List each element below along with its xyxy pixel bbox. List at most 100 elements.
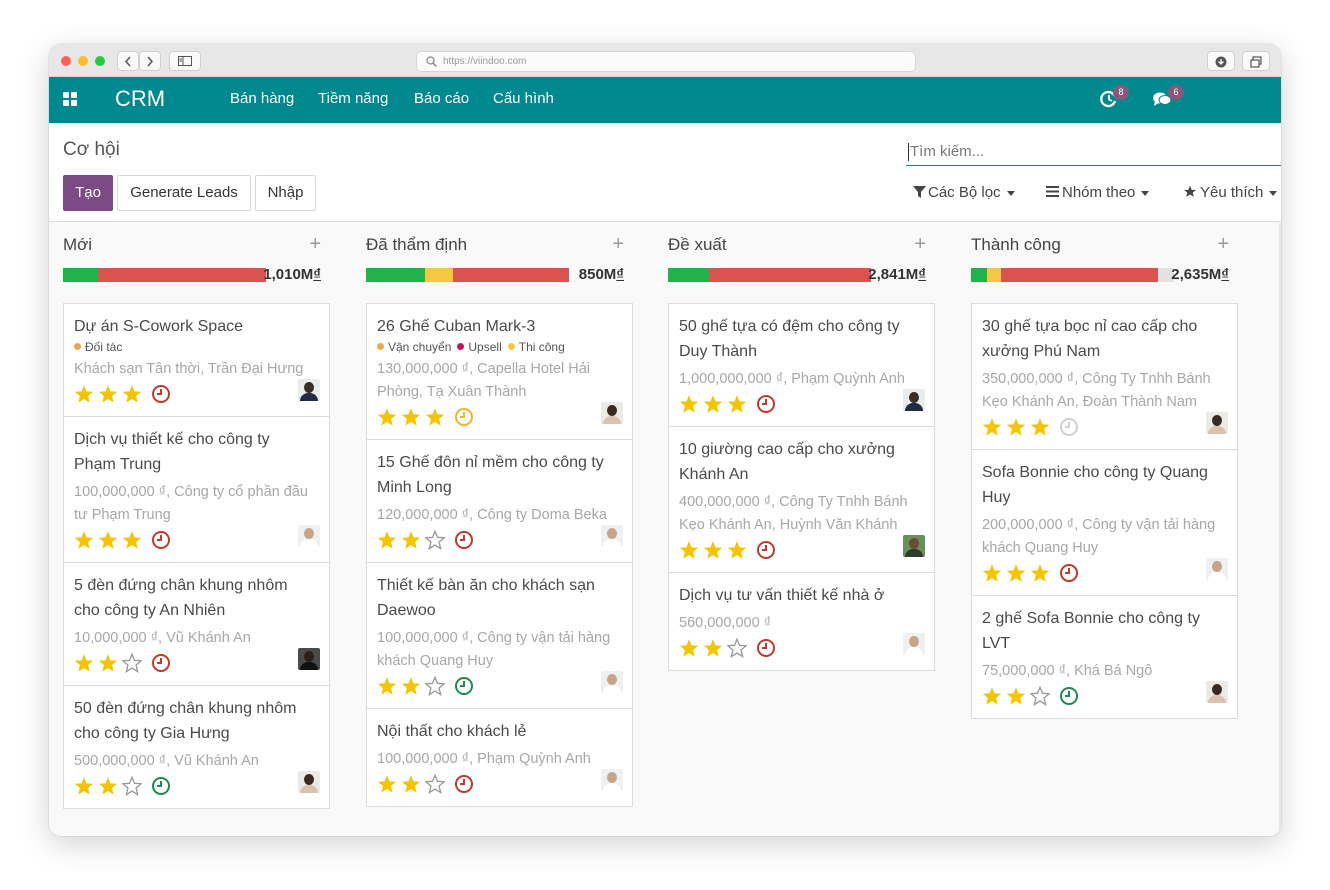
back-button[interactable] bbox=[117, 51, 139, 71]
opportunity-card[interactable]: Thiết kế bàn ăn cho khách sạn Daewoo 100,… bbox=[366, 562, 633, 709]
star-filled-icon[interactable] bbox=[982, 417, 1002, 437]
activity-clock-icon[interactable] bbox=[152, 385, 170, 403]
opportunity-card[interactable]: Dịch vụ thiết kế cho công ty Phạm Trung 1… bbox=[63, 416, 330, 563]
star-filled-icon[interactable] bbox=[703, 394, 723, 414]
progress-segment[interactable] bbox=[987, 268, 1002, 282]
progress-segment[interactable] bbox=[1001, 268, 1158, 282]
star-filled-icon[interactable] bbox=[122, 384, 142, 404]
star-filled-icon[interactable] bbox=[377, 530, 397, 550]
star-filled-icon[interactable] bbox=[98, 653, 118, 673]
opportunity-card[interactable]: 50 đèn đứng chân khung nhôm cho công ty … bbox=[63, 685, 330, 809]
star-filled-icon[interactable] bbox=[727, 540, 747, 560]
salesperson-avatar[interactable] bbox=[298, 771, 320, 793]
star-filled-icon[interactable] bbox=[74, 776, 94, 796]
star-empty-icon[interactable] bbox=[122, 776, 142, 796]
apps-menu-icon[interactable] bbox=[63, 92, 79, 108]
star-filled-icon[interactable] bbox=[74, 384, 94, 404]
salesperson-avatar[interactable] bbox=[298, 525, 320, 547]
opportunity-card[interactable]: 5 đèn đứng chân khung nhôm cho công ty A… bbox=[63, 562, 330, 686]
generate-leads-button[interactable]: Generate Leads bbox=[117, 175, 251, 211]
activity-clock-icon[interactable] bbox=[757, 541, 775, 559]
star-filled-icon[interactable] bbox=[401, 774, 421, 794]
star-filled-icon[interactable] bbox=[1006, 563, 1026, 583]
star-filled-icon[interactable] bbox=[122, 530, 142, 550]
star-filled-icon[interactable] bbox=[982, 686, 1002, 706]
activity-clock-icon[interactable] bbox=[1060, 564, 1078, 582]
quick-create-plus-icon[interactable]: + bbox=[309, 233, 321, 256]
progress-segment[interactable] bbox=[668, 268, 709, 282]
salesperson-avatar[interactable] bbox=[601, 402, 623, 424]
activity-clock-icon[interactable] bbox=[757, 639, 775, 657]
salesperson-avatar[interactable] bbox=[903, 633, 925, 655]
star-filled-icon[interactable] bbox=[679, 638, 699, 658]
groupby-dropdown[interactable]: Nhóm theo bbox=[1046, 184, 1150, 201]
activity-clock-icon[interactable] bbox=[455, 531, 473, 549]
star-filled-icon[interactable] bbox=[1030, 563, 1050, 583]
opportunity-card[interactable]: 50 ghế tựa có đệm cho công ty Duy Thành 1… bbox=[668, 303, 935, 427]
opportunity-card[interactable]: Dịch vụ tư vấn thiết kế nhà ở 560,000,000… bbox=[668, 572, 935, 671]
activity-clock-icon[interactable] bbox=[455, 408, 473, 426]
salesperson-avatar[interactable] bbox=[601, 671, 623, 693]
quick-create-plus-icon[interactable]: + bbox=[612, 233, 624, 256]
star-filled-icon[interactable] bbox=[377, 407, 397, 427]
salesperson-avatar[interactable] bbox=[1206, 558, 1228, 580]
star-empty-icon[interactable] bbox=[1030, 686, 1050, 706]
opportunity-card[interactable]: 26 Ghế Cuban Mark-3 Vận chuyển Upsell Thi c… bbox=[366, 303, 633, 440]
star-filled-icon[interactable] bbox=[1006, 417, 1026, 437]
star-filled-icon[interactable] bbox=[98, 530, 118, 550]
activity-clock-icon[interactable] bbox=[1060, 418, 1078, 436]
star-filled-icon[interactable] bbox=[982, 563, 1002, 583]
salesperson-avatar[interactable] bbox=[903, 389, 925, 411]
column-progress-bar[interactable] bbox=[971, 268, 1174, 282]
activity-clock-icon[interactable] bbox=[455, 775, 473, 793]
star-filled-icon[interactable] bbox=[703, 540, 723, 560]
search-input[interactable]: Tìm kiếm... bbox=[906, 140, 1281, 166]
column-progress-bar[interactable] bbox=[63, 268, 266, 282]
salesperson-avatar[interactable] bbox=[903, 535, 925, 557]
activity-clock-icon[interactable] bbox=[1060, 687, 1078, 705]
progress-segment[interactable] bbox=[971, 268, 988, 282]
star-filled-icon[interactable] bbox=[727, 394, 747, 414]
star-filled-icon[interactable] bbox=[703, 638, 723, 658]
star-filled-icon[interactable] bbox=[1006, 686, 1026, 706]
star-filled-icon[interactable] bbox=[98, 384, 118, 404]
close-window-button[interactable] bbox=[61, 56, 71, 66]
star-empty-icon[interactable] bbox=[727, 638, 747, 658]
star-filled-icon[interactable] bbox=[401, 676, 421, 696]
star-filled-icon[interactable] bbox=[98, 776, 118, 796]
menu-sales[interactable]: Bán hàng bbox=[230, 90, 294, 107]
progress-segment[interactable] bbox=[366, 268, 425, 282]
forward-button[interactable] bbox=[139, 51, 161, 71]
menu-leads[interactable]: Tiềm năng bbox=[318, 90, 388, 107]
star-filled-icon[interactable] bbox=[679, 394, 699, 414]
star-filled-icon[interactable] bbox=[377, 676, 397, 696]
tabs-overview-button[interactable] bbox=[1242, 51, 1270, 71]
star-filled-icon[interactable] bbox=[1030, 417, 1050, 437]
minimize-window-button[interactable] bbox=[78, 56, 88, 66]
filters-dropdown[interactable]: Các Bộ lọc bbox=[913, 184, 1015, 201]
activity-clock-icon[interactable] bbox=[152, 654, 170, 672]
star-empty-icon[interactable] bbox=[122, 653, 142, 673]
salesperson-avatar[interactable] bbox=[601, 769, 623, 791]
opportunity-card[interactable]: 30 ghế tựa bọc nỉ cao cấp cho xưởng Phú … bbox=[971, 303, 1238, 450]
progress-segment[interactable] bbox=[708, 268, 871, 282]
opportunity-card[interactable]: Sofa Bonnie cho công ty Quang Huy 200,000… bbox=[971, 449, 1238, 596]
progress-segment[interactable] bbox=[453, 268, 569, 282]
salesperson-avatar[interactable] bbox=[1206, 681, 1228, 703]
zoom-window-button[interactable] bbox=[95, 56, 105, 66]
activity-clock-icon[interactable] bbox=[757, 395, 775, 413]
star-filled-icon[interactable] bbox=[425, 407, 445, 427]
star-filled-icon[interactable] bbox=[74, 653, 94, 673]
opportunity-card[interactable]: Nội thất cho khách lẻ 100,000,000 ₫, Phạm… bbox=[366, 708, 633, 807]
opportunity-card[interactable]: 15 Ghế đôn nỉ mềm cho công ty Minh Long 1… bbox=[366, 439, 633, 563]
address-bar[interactable]: https://viindoo.com bbox=[416, 51, 916, 72]
column-progress-bar[interactable] bbox=[668, 268, 871, 282]
star-filled-icon[interactable] bbox=[377, 774, 397, 794]
column-progress-bar[interactable] bbox=[366, 268, 569, 282]
progress-segment[interactable] bbox=[97, 268, 266, 282]
activity-clock-icon[interactable] bbox=[455, 677, 473, 695]
star-empty-icon[interactable] bbox=[425, 774, 445, 794]
activity-clock-icon[interactable] bbox=[152, 777, 170, 795]
quick-create-plus-icon[interactable]: + bbox=[1217, 233, 1229, 256]
opportunity-card[interactable]: 2 ghế Sofa Bonnie cho công ty LVT 75,000,… bbox=[971, 595, 1238, 719]
